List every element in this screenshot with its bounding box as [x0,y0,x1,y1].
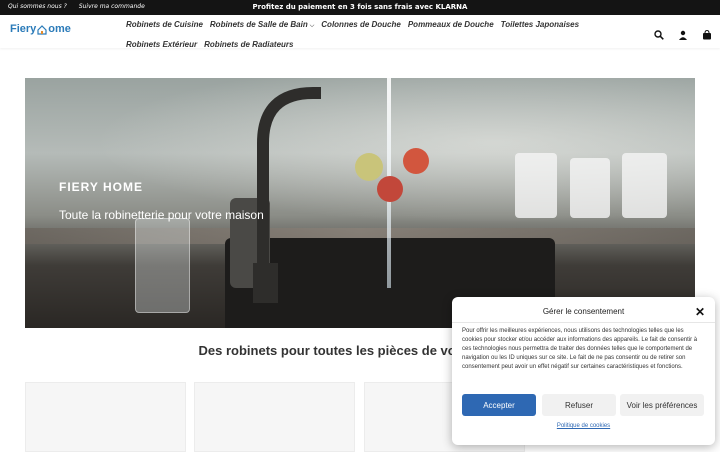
nav-item-label: Robinets de Salle de Bain [209,20,308,29]
cookie-divider [452,322,715,323]
nav-item-radiateurs[interactable]: Robinets de Radiateurs [204,40,293,49]
nav-item-toilettes[interactable]: Toilettes Japonaises [501,20,579,30]
site-logo[interactable]: Fiery ome [10,23,71,35]
hero-eyebrow: FIERY HOME [59,180,144,194]
hero-jar [515,153,557,218]
hero-jar [570,158,610,218]
category-card[interactable] [25,382,186,452]
accept-button[interactable]: Accepter [462,394,536,416]
site-header: Fiery ome Robinets de Cuisine Robinets d… [0,15,720,49]
top-bar: Qui sommes nous ? Suivre ma commande Pro… [0,0,720,15]
cookie-policy-link[interactable]: Politique de cookies [452,423,715,429]
category-card[interactable] [194,382,355,452]
chevron-down-icon: ⌵ [309,23,315,29]
cookie-consent-dialog: Gérer le consentement ✕ Pour offrir les … [452,297,715,445]
cart-icon[interactable] [702,25,712,40]
hero-banner: FIERY HOME Toute la robinetterie pour vo… [25,78,695,328]
nav-item-cuisine[interactable]: Robinets de Cuisine [126,20,203,30]
house-icon [37,24,47,35]
nav-item-exterieur[interactable]: Robinets Extérieur [126,40,197,49]
hero-fruit [377,176,403,202]
close-icon[interactable]: ✕ [695,305,705,319]
hero-title: Toute la robinetterie pour votre maison [59,208,264,222]
nav-item-colonnes[interactable]: Colonnes de Douche [321,20,401,30]
logo-text-left: Fiery [10,23,37,35]
hero-faucet [253,87,321,303]
hero-fruit [355,153,383,181]
hero-fruit [403,148,429,174]
promo-banner: Profitez du paiement en 3 fois sans frai… [252,3,468,11]
nav-item-salle-de-bain[interactable]: Robinets de Salle de Bain ⌵ [210,20,314,30]
preferences-button[interactable]: Voir les préférences [620,394,704,416]
hero-jar [622,153,667,218]
cookie-text: Pour offrir les meilleures expériences, … [462,328,698,370]
user-icon[interactable] [678,25,688,40]
header-icons [654,25,712,40]
main-nav: Robinets de Cuisine Robinets de Salle de… [126,20,596,49]
logo-text-right: ome [48,23,71,35]
refuse-button[interactable]: Refuser [542,394,616,416]
search-icon[interactable] [654,25,664,40]
cookie-title: Gérer le consentement [542,307,625,316]
nav-item-pommeaux[interactable]: Pommeaux de Douche [408,20,494,30]
hero-glass-vase [135,218,190,313]
